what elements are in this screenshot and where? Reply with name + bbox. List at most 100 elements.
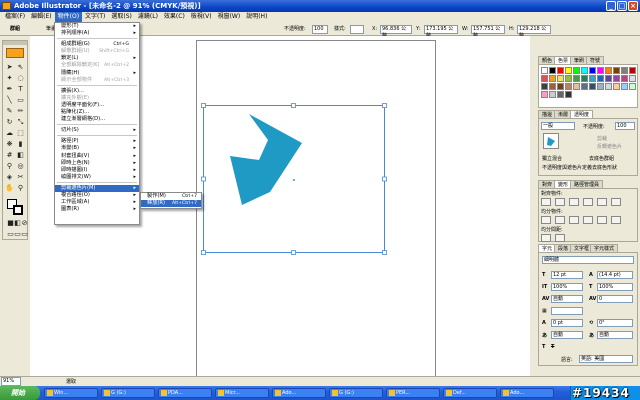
taskbar-button[interactable]: Micr... — [215, 388, 269, 398]
blend-tool-icon[interactable]: ◎ — [16, 162, 25, 171]
char-rotation-field[interactable]: 0° — [597, 319, 633, 327]
color-swatch[interactable] — [621, 75, 628, 82]
blue-shape[interactable] — [230, 114, 302, 205]
color-swatch[interactable] — [581, 67, 588, 74]
leading-field[interactable]: (14.4 pt) — [597, 271, 633, 279]
color-swatch[interactable] — [573, 75, 580, 82]
color-swatch[interactable] — [565, 67, 572, 74]
symbol-sprayer-icon[interactable]: ❋ — [5, 140, 14, 149]
color-swatch[interactable] — [629, 75, 636, 82]
color-swatch[interactable] — [541, 83, 548, 90]
align-button-icon[interactable] — [555, 198, 565, 206]
align-button-icon[interactable] — [541, 216, 551, 224]
graph-tool-icon[interactable]: ▮ — [16, 140, 25, 149]
scissors-icon[interactable]: ✂ — [16, 173, 25, 182]
toolbox-grip[interactable] — [3, 41, 27, 45]
align-button-icon[interactable] — [611, 216, 621, 224]
font-size-field[interactable]: 12 pt — [551, 271, 583, 279]
mask-thumbnail[interactable] — [543, 133, 559, 149]
taskbar-button[interactable]: G (G:) — [101, 388, 155, 398]
color-swatch[interactable] — [565, 75, 572, 82]
tracking-field[interactable]: 0 — [597, 295, 633, 303]
isolate-blending-checkbox[interactable]: 獨立混合 — [542, 155, 562, 162]
object-menu-item[interactable]: 圖表(R) ▸ — [55, 206, 139, 213]
blend-mode-dropdown[interactable]: 一般 — [541, 122, 575, 130]
clipping-mask-release[interactable]: 釋放(R) Alt+Ctrl+7 — [141, 200, 201, 208]
color-swatch[interactable] — [605, 67, 612, 74]
align-button-icon[interactable] — [611, 198, 621, 206]
color-swatch[interactable] — [589, 75, 596, 82]
rotate-tool-icon[interactable]: ↻ — [5, 118, 14, 127]
gradient-tool-icon[interactable]: ◧ — [16, 151, 25, 160]
taskbar-button[interactable]: PER... — [386, 388, 440, 398]
object-menu-item[interactable]: 透明度平面化(F)... — [55, 102, 139, 109]
object-menu-item[interactable]: 排列順序(A) ▸ — [55, 30, 139, 37]
strikethrough-icon[interactable]: T — [551, 344, 554, 350]
lasso-icon[interactable]: ◌ — [16, 74, 25, 83]
zoom-tool-icon[interactable]: ⚲ — [16, 184, 25, 193]
color-swatch[interactable] — [541, 91, 548, 98]
align-button-icon[interactable] — [569, 198, 579, 206]
opacity-mask-checkbox[interactable]: 不透明度與遮色片定義去底色形狀 — [542, 164, 617, 171]
color-swatch[interactable] — [589, 83, 596, 90]
color-swatch[interactable] — [541, 75, 548, 82]
scale-tool-icon[interactable]: ⤡ — [16, 118, 25, 127]
free-transform-icon[interactable]: ⬚ — [16, 129, 25, 138]
tab-transparency[interactable]: 透明度 — [570, 110, 594, 118]
zoom-field[interactable]: 91% — [1, 377, 21, 386]
color-swatch[interactable] — [589, 67, 596, 74]
color-swatch[interactable] — [549, 67, 556, 74]
color-swatch[interactable] — [565, 83, 572, 90]
magic-wand-icon[interactable]: ✦ — [5, 74, 14, 83]
color-swatch[interactable] — [557, 67, 564, 74]
eyedropper-icon[interactable]: ⚲ — [5, 162, 14, 171]
object-menu-item[interactable]: 顯示全部物件 Alt+Ctrl+3 — [55, 77, 139, 84]
object-menu-item[interactable]: 隱藏(H) ▸ — [55, 70, 139, 77]
pen-tool-icon[interactable]: ✒ — [5, 85, 14, 94]
align-button-icon[interactable] — [555, 234, 565, 242]
warp-tool-icon[interactable]: ☁ — [5, 129, 14, 138]
color-swatch[interactable] — [549, 83, 556, 90]
color-swatch[interactable] — [605, 83, 612, 90]
align-button-icon[interactable] — [555, 216, 565, 224]
color-swatch[interactable] — [613, 75, 620, 82]
color-swatch[interactable] — [581, 75, 588, 82]
mojikumi-field[interactable]: 自動 — [551, 331, 583, 339]
taskbar-button[interactable]: PDA... — [158, 388, 212, 398]
object-menu-item[interactable]: 複合路徑(O) ▸ — [55, 192, 139, 199]
taskbar-button[interactable]: Win... — [44, 388, 98, 398]
object-menu-item[interactable]: 全部解除鎖定(K) Alt+Ctrl+2 — [55, 62, 139, 69]
object-menu-item[interactable]: 即時上色(N) ▸ — [55, 160, 139, 167]
color-swatch[interactable] — [557, 91, 564, 98]
color-swatch[interactable] — [621, 83, 628, 90]
color-swatch[interactable] — [549, 91, 556, 98]
taskbar-button[interactable]: Ado... — [500, 388, 554, 398]
language-dropdown[interactable]: 英語: 美國 — [579, 355, 633, 363]
live-paint-icon[interactable]: ◈ — [5, 173, 14, 182]
align-button-icon[interactable] — [569, 216, 579, 224]
underline-icon[interactable]: T — [542, 344, 545, 350]
color-swatch[interactable] — [621, 67, 628, 74]
taskbar-button[interactable]: Def... — [443, 388, 497, 398]
object-menu-item[interactable]: 建立漸層網格(D)... — [55, 116, 139, 123]
align-button-icon[interactable] — [597, 198, 607, 206]
tab-pathfinder[interactable]: 路徑管理員 — [570, 180, 604, 188]
rectangle-tool-icon[interactable]: ▭ — [16, 96, 25, 105]
color-swatch[interactable] — [549, 75, 556, 82]
horizontal-scale-field[interactable]: 100% — [597, 283, 633, 291]
kerning-field[interactable]: 自動 — [551, 295, 583, 303]
taskbar-button[interactable]: Ado... — [272, 388, 326, 398]
tsume-field[interactable] — [551, 307, 583, 315]
color-swatch[interactable] — [557, 75, 564, 82]
tab-symbols[interactable]: 符號 — [586, 56, 605, 64]
line-tool-icon[interactable]: ╲ — [5, 96, 14, 105]
color-swatch[interactable] — [541, 67, 548, 74]
object-menu-item[interactable]: 漸變(B) ▸ — [55, 145, 139, 152]
knockout-group-checkbox[interactable]: 去底色群組 — [589, 155, 614, 162]
screen-mode-3-icon[interactable]: ▭ — [20, 230, 29, 239]
align-button-icon[interactable] — [597, 216, 607, 224]
color-swatch[interactable] — [581, 83, 588, 90]
object-menu-item[interactable]: 擴張(X)... — [55, 88, 139, 95]
color-swatch[interactable] — [573, 83, 580, 90]
align-button-icon[interactable] — [583, 198, 593, 206]
